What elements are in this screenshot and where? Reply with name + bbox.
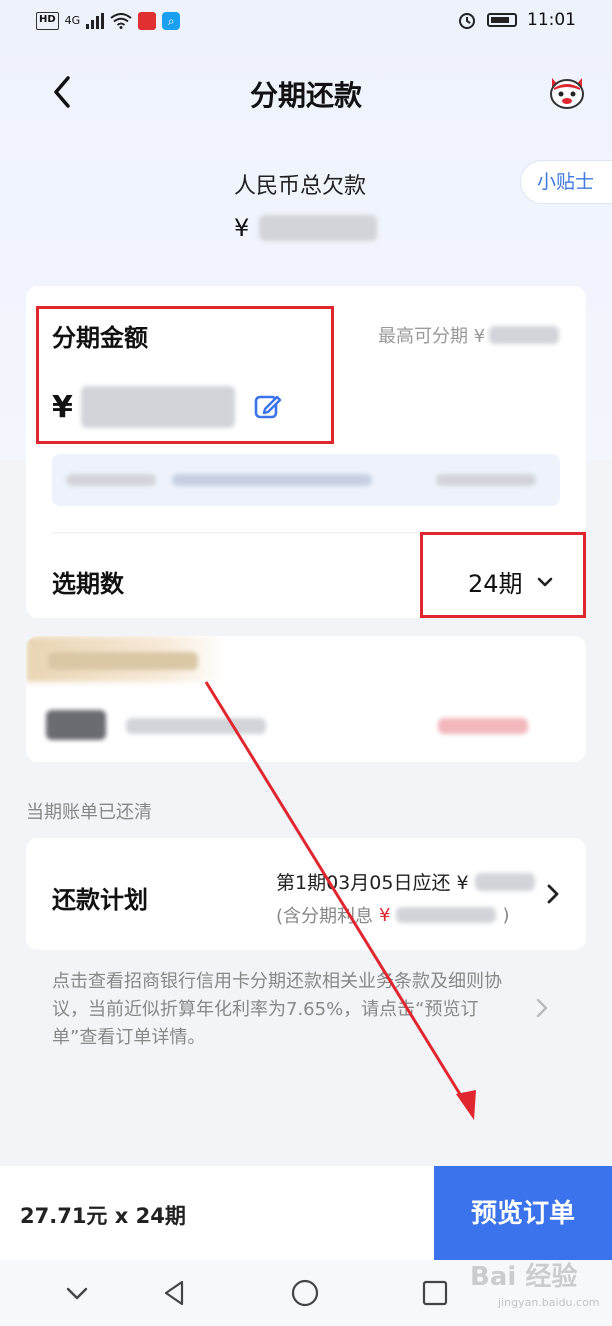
installment-card: 分期金额 最高可分期 ¥ ¥ 选期数 24期 [26,286,586,618]
page-title: 分期还款 [249,79,362,112]
blurred-max-amount [489,326,560,344]
currency-symbol: ¥ [234,214,250,242]
blurred-amount [259,215,378,241]
hd-icon: HD [36,12,59,30]
home-circle-icon[interactable] [290,1278,320,1308]
first-payment-line: 第1期03月05日应还 ¥ [276,868,535,895]
total-debt-label: 人民币总欠款 [234,174,367,199]
blurred-info [48,652,198,670]
bottom-action-bar: 27.71元 x 24期 预览订单 [0,1166,612,1260]
status-bar: HD 4G ⌕ 11:01 [0,0,612,44]
notification-app-icon [138,12,157,30]
signal-icon [86,13,105,29]
repayment-plan-label: 还款计划 [52,886,148,914]
wifi-icon [110,13,132,29]
period-label: 选期数 [52,570,124,598]
repayment-plan-card[interactable]: 还款计划 第1期03月05日应还 ¥ (含分期利息 ¥ ) [26,838,586,950]
blurred-info [46,710,106,740]
annotation-box-amount [36,306,334,444]
watermark-url: jingyan.baidu.com [498,1296,600,1309]
tips-button[interactable]: 小贴士 [520,160,612,204]
network-label: 4G [64,14,81,27]
first-payment-text: 第1期03月05日应还 ¥ [276,872,469,894]
installment-summary: 27.71元 x 24期 [20,1204,186,1228]
chevron-right-icon [547,884,559,904]
blurred-info [66,474,156,486]
chevron-down-icon[interactable] [62,1278,92,1308]
blurred-info [436,474,536,486]
alarm-icon [459,13,475,29]
blurred-info [438,718,528,734]
battery-icon [487,13,517,27]
annotation-box-period [420,532,586,618]
back-triangle-icon[interactable] [160,1278,190,1308]
mascot-icon[interactable] [546,72,588,112]
installment-info-strip [52,454,560,506]
blurred-amount [474,872,535,891]
interest-prefix: (含分期利息 [276,906,374,927]
blurred-coupon-card[interactable] [26,636,586,762]
bill-status-text: 当期账单已还清 [26,802,152,823]
recents-square-icon[interactable] [420,1278,450,1308]
total-debt-amount: ¥ [234,214,378,242]
chevron-right-icon[interactable] [532,996,552,1020]
max-installment-text: 最高可分期 ¥ [378,326,486,347]
interest-suffix: ) [502,904,510,926]
max-installment-label: 最高可分期 ¥ [378,322,560,348]
watermark: Bai 经验 [470,1262,578,1292]
status-time: 11:01 [527,10,576,30]
blurred-info [172,474,372,486]
interest-line: (含分期利息 ¥ ) [276,902,510,928]
preview-order-button[interactable]: 预览订单 [434,1166,612,1260]
search-app-icon: ⌕ [162,12,181,30]
blurred-amount [396,907,497,923]
agreement-disclaimer[interactable]: 点击查看招商银行信用卡分期还款相关业务条款及细则协议，当前近似折算年化利率为7.… [52,968,522,1052]
blurred-info [126,718,266,734]
status-right: 11:01 [457,10,576,30]
interest-currency: ¥ [379,904,391,926]
status-left: HD 4G ⌕ [36,12,181,30]
